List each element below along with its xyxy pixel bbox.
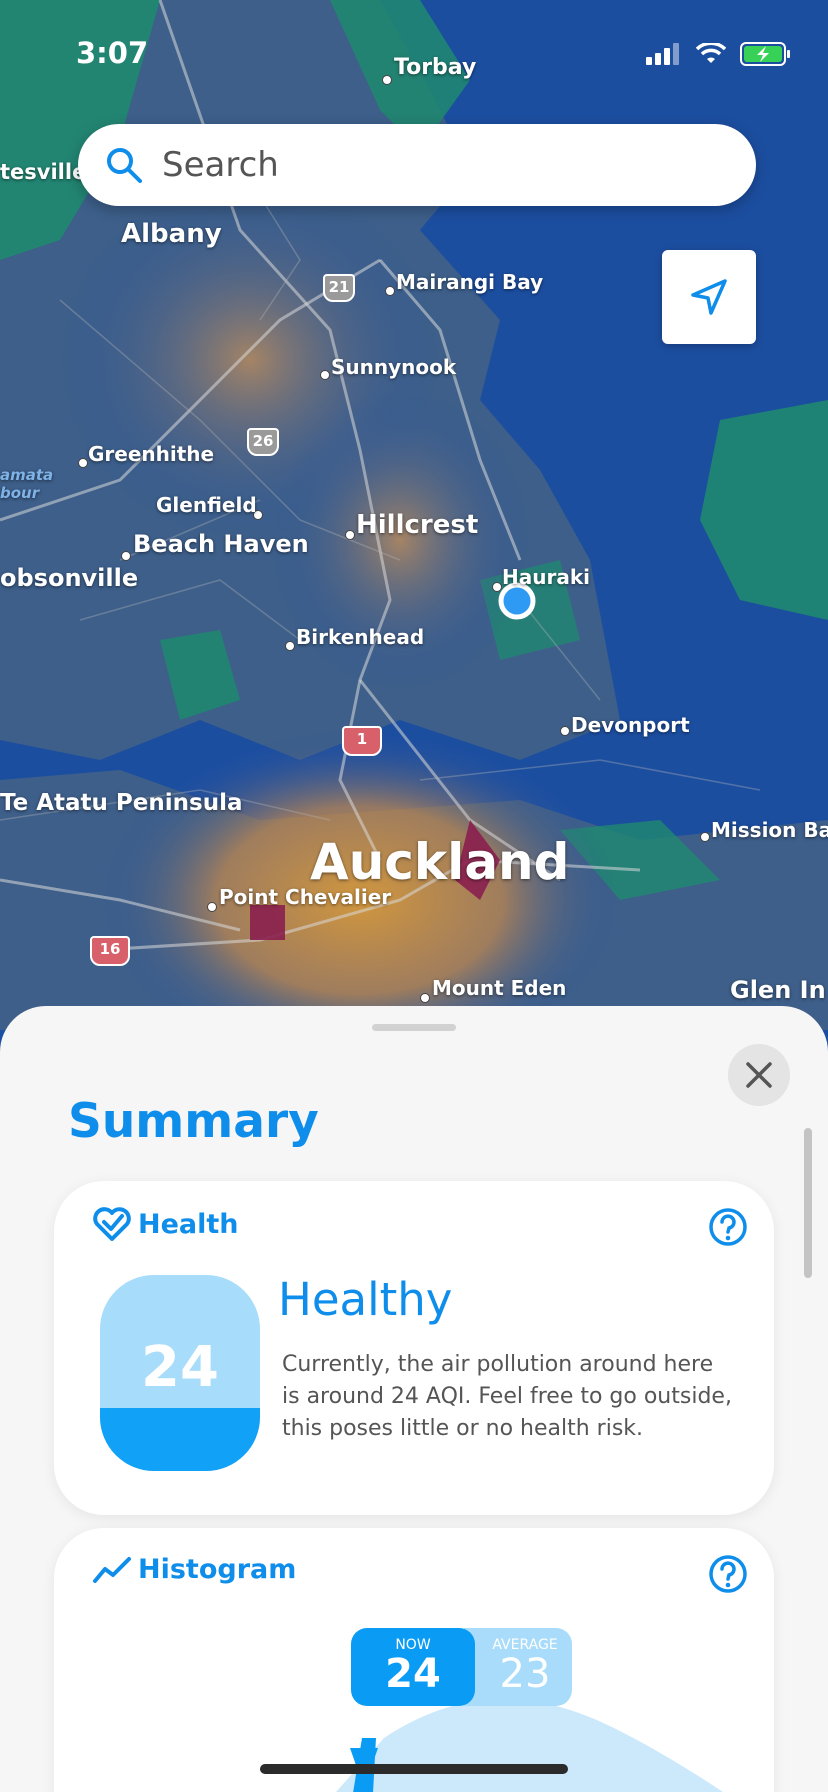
place-dot (207, 902, 217, 912)
histogram-label: Histogram (138, 1554, 297, 1585)
place-dot (382, 75, 392, 85)
aqi-tile: 24 (100, 1275, 260, 1471)
navigation-arrow-icon (691, 279, 727, 315)
place-albany: Albany (121, 219, 222, 249)
status-icons (646, 42, 792, 66)
histogram-card-header: Histogram (92, 1554, 296, 1585)
place-sunnynook: Sunnynook (331, 355, 457, 379)
now-value: 24 (385, 1651, 441, 1697)
health-card: Health 24 Healthy Currently, the air pol… (54, 1181, 774, 1515)
place-dot (320, 370, 330, 380)
wifi-icon (696, 43, 726, 63)
place-greenhithe: Greenhithe (88, 442, 215, 466)
place-dot (285, 641, 295, 651)
place-devonport: Devonport (571, 713, 690, 737)
place-glen-innes: Glen In (730, 976, 826, 1004)
histogram-card: Histogram AVERAGE 23 NOW 24 (54, 1528, 774, 1792)
battery-charging-icon (740, 42, 790, 66)
health-card-header: Health (92, 1207, 239, 1241)
aqi-level-fill (100, 1408, 260, 1471)
route-21-shield: 21 (323, 274, 355, 302)
place-te-atatu-peninsula: Te Atatu Peninsula (0, 790, 243, 816)
health-status: Healthy (278, 1273, 453, 1326)
place-dot (121, 551, 131, 561)
place-mount-eden: Mount Eden (432, 976, 567, 1000)
locate-me-button[interactable] (662, 250, 756, 344)
scrollbar[interactable] (804, 1128, 812, 1278)
average-value: 23 (499, 1651, 551, 1697)
cellular-signal-icon (646, 43, 679, 65)
heart-check-icon (93, 1207, 131, 1241)
place-amata: amata (0, 466, 54, 484)
search-icon (107, 148, 142, 183)
now-badge: NOW 24 (351, 1628, 475, 1706)
home-indicator[interactable] (260, 1764, 568, 1774)
place-point-chevalier: Point Chevalier (219, 885, 392, 909)
status-time: 3:07 (76, 36, 149, 70)
place-dot (560, 726, 570, 736)
place-beach-haven: Beach Haven (133, 530, 309, 558)
place-auckland: Auckland (310, 833, 570, 891)
health-description: Currently, the air pollution around here… (282, 1352, 732, 1441)
trend-line-icon (93, 1556, 131, 1583)
place-dot (385, 286, 395, 296)
place-birkenhead: Birkenhead (296, 625, 425, 649)
close-icon (746, 1062, 772, 1088)
place-bour: bour (0, 484, 40, 502)
place-hauraki: Hauraki (502, 565, 590, 589)
help-icon[interactable] (708, 1207, 748, 1247)
place-hillcrest: Hillcrest (356, 510, 479, 540)
help-icon[interactable] (708, 1554, 748, 1594)
summary-title: Summary (68, 1094, 319, 1149)
health-label: Health (138, 1208, 239, 1240)
close-button[interactable] (728, 1044, 790, 1106)
place-dot (700, 832, 710, 842)
route-1-shield: 1 (342, 726, 382, 756)
place-glenfield: Glenfield (156, 493, 257, 517)
place-dot (420, 993, 430, 1003)
route-16-shield: 16 (90, 936, 130, 966)
average-badge: AVERAGE 23 (464, 1628, 572, 1706)
current-location-marker (498, 582, 536, 620)
place-tesville: tesville (0, 160, 87, 184)
place-torbay: Torbay (394, 55, 477, 80)
place-dot (78, 458, 88, 468)
summary-sheet[interactable]: Summary Health 24 Healthy Currently, the… (0, 1006, 828, 1792)
place-dot (345, 530, 355, 540)
aqi-value: 24 (141, 1335, 219, 1400)
place-dot (492, 582, 502, 592)
place-hobsonville: obsonville (0, 564, 139, 592)
place-mairangi-bay: Mairangi Bay (396, 270, 544, 294)
sheet-grabber-handle[interactable] (372, 1024, 456, 1031)
search-input[interactable] (160, 144, 724, 186)
place-mission-bay: Mission Bay (711, 818, 828, 842)
route-26-shield: 26 (247, 428, 279, 456)
search-bar[interactable] (78, 124, 756, 206)
